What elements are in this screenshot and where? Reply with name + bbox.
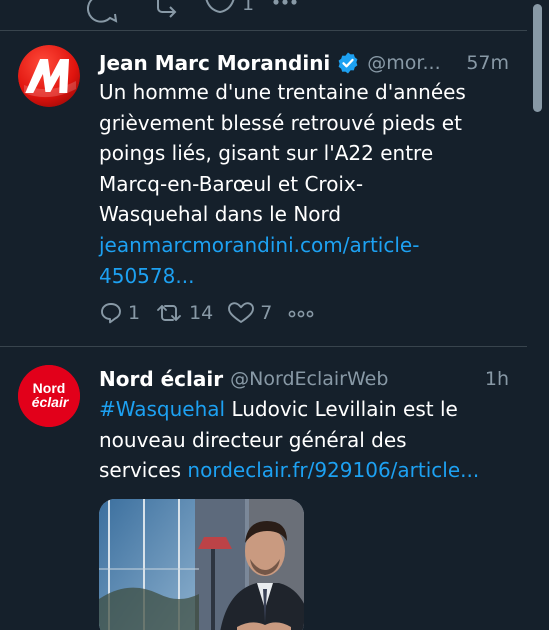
tweet-link-line[interactable]: 450578... — [99, 261, 513, 292]
reply-count: 1 — [128, 302, 141, 324]
tweet-text-line: Marcq-en-Barœul et Croix- — [99, 171, 364, 196]
morandini-logo-icon — [18, 45, 80, 107]
like-count: 7 — [260, 302, 273, 324]
avatar-text: éclair — [32, 394, 70, 410]
tweet-media-image[interactable] — [99, 499, 304, 630]
tweet-text: #Wasquehal Ludovic Levillain est le nouv… — [99, 394, 513, 486]
author-name[interactable]: Nord éclair — [99, 367, 223, 391]
tweet-text-line: nouveau directeur général des — [99, 427, 407, 452]
man-in-suit-photo — [99, 499, 304, 630]
tweet-link-line[interactable]: jeanmarcmorandini.com/article- — [99, 230, 513, 261]
author-name[interactable]: Jean Marc Morandini — [99, 51, 330, 75]
hashtag-link[interactable]: #Wasquehal — [99, 397, 225, 421]
tweet-actions: 1 14 7 — [99, 301, 330, 325]
avatar[interactable]: Nord éclair — [18, 365, 80, 427]
scrollbar[interactable] — [527, 0, 549, 630]
verified-badge-icon — [338, 52, 358, 74]
tweet-timestamp[interactable]: 1h — [485, 368, 509, 390]
retweet-button[interactable]: 14 — [154, 301, 213, 325]
scrollbar-thumb[interactable] — [533, 4, 542, 112]
tweet-header: Jean Marc Morandini @mor... 57m — [99, 47, 509, 79]
tweet-text-line: #Wasquehal Ludovic Levillain est le — [99, 394, 513, 425]
like-button[interactable]: 7 — [227, 301, 272, 325]
author-handle[interactable]: @NordEclairWeb — [230, 368, 477, 390]
previous-tweet-actions: 1 — [0, 0, 527, 31]
tweet-header: Nord éclair @NordEclairWeb 1h — [99, 363, 509, 395]
retweet-icon — [157, 305, 182, 321]
nord-eclair-logo-icon: Nord éclair — [18, 365, 80, 427]
timeline: 1 Jean Marc Morandini @mor... 57m Un hom… — [0, 0, 527, 630]
more-options-button[interactable] — [286, 301, 316, 325]
tweet-text-line: grièvement blessé retrouvé pieds et — [99, 110, 462, 135]
author-handle[interactable]: @mor... — [367, 52, 458, 74]
tweet-text-fragment: Ludovic Levillain est le — [225, 397, 458, 421]
tweet-text-line: services nordeclair.fr/929106/article... — [99, 455, 513, 486]
more-dots-icon — [288, 310, 314, 318]
tweet-text-line: poings liés, gisant sur l'A22 entre — [99, 141, 434, 166]
svg-text:1: 1 — [242, 0, 254, 15]
tweet-text-line: Un homme d'une trentaine d'années — [99, 80, 466, 104]
tweet-link[interactable]: jeanmarcmorandini.com/article- 450578... — [99, 230, 513, 291]
avatar[interactable] — [18, 45, 80, 107]
tweet-text: Un homme d'une trentaine d'années griève… — [99, 77, 513, 291]
tweet[interactable]: Jean Marc Morandini @mor... 57m Un homme… — [0, 31, 527, 347]
heart-icon — [228, 302, 255, 323]
reply-button[interactable]: 1 — [99, 301, 140, 325]
tweet[interactable]: Nord éclair Nord éclair @NordEclairWeb 1… — [0, 347, 527, 630]
reply-icon — [101, 303, 121, 324]
tweet-text-line: Wasquehal dans le Nord — [99, 202, 342, 227]
retweet-count: 14 — [189, 302, 214, 324]
previous-tweet-action-icons[interactable]: 1 — [0, 0, 527, 30]
tweet-link[interactable]: nordeclair.fr/929106/article... — [187, 458, 479, 482]
tweet-timestamp[interactable]: 57m — [466, 52, 509, 74]
tweet-text-fragment: services — [99, 458, 188, 483]
